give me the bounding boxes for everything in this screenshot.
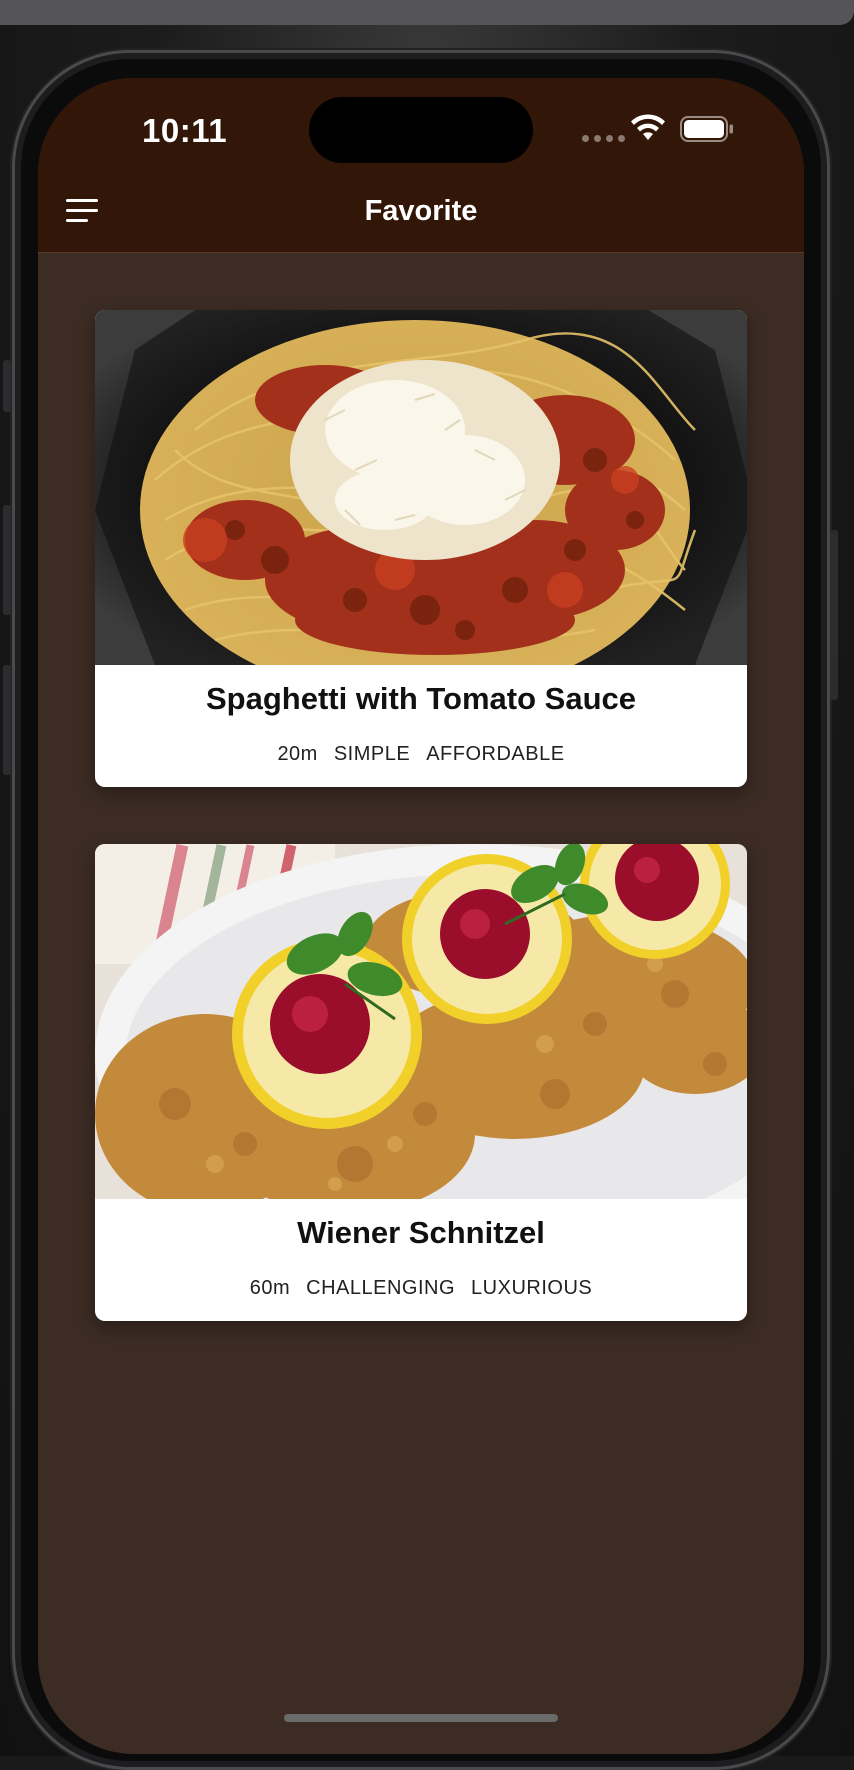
dynamic-island — [309, 97, 533, 163]
meal-card[interactable]: Spaghetti with Tomato Sauce 20m SIMPLE A… — [95, 310, 747, 787]
meal-image-schnitzel — [95, 844, 747, 1199]
wifi-icon — [630, 114, 666, 142]
meal-title: Spaghetti with Tomato Sauce — [95, 681, 747, 721]
meal-affordability: AFFORDABLE — [426, 743, 564, 766]
power-button — [830, 530, 838, 700]
simulator-toolbar — [0, 0, 854, 25]
volume-down-button — [3, 505, 11, 615]
page-title: Favorite — [38, 195, 804, 228]
app-header: 10:11 Favorite — [38, 78, 804, 253]
silent-switch — [3, 665, 11, 775]
volume-up-button — [3, 360, 11, 412]
meal-card[interactable]: Wiener Schnitzel 60m CHALLENGING LUXURIO… — [95, 844, 747, 1321]
meal-duration: 60m — [250, 1277, 290, 1300]
home-indicator[interactable] — [284, 1714, 558, 1722]
meal-meta: 60m CHALLENGING LUXURIOUS — [95, 1277, 747, 1300]
app-screen: 10:11 Favorite — [38, 78, 804, 1754]
meal-duration: 20m — [277, 743, 317, 766]
cellular-signal-icon — [582, 135, 625, 142]
meal-complexity: CHALLENGING — [306, 1277, 455, 1300]
battery-icon — [680, 116, 734, 142]
status-time: 10:11 — [142, 112, 227, 150]
meal-title: Wiener Schnitzel — [95, 1215, 747, 1255]
meal-image-spaghetti — [95, 310, 747, 665]
meal-meta: 20m SIMPLE AFFORDABLE — [95, 743, 747, 766]
meal-complexity: SIMPLE — [334, 743, 410, 766]
meal-affordability: LUXURIOUS — [471, 1277, 592, 1300]
